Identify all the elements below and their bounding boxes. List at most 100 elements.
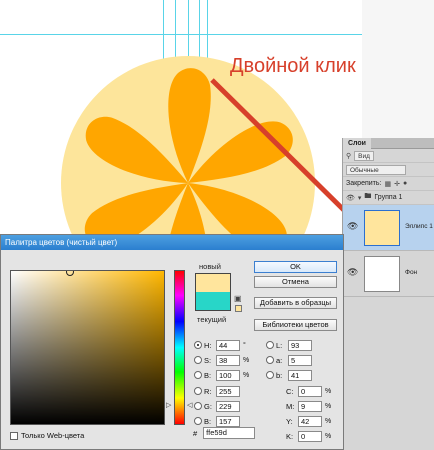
magenta-label: M: bbox=[286, 401, 295, 411]
blue-radio[interactable] bbox=[194, 417, 202, 425]
lab-l-row: L: 93 bbox=[266, 339, 312, 351]
lab-b-field[interactable]: 41 bbox=[288, 369, 312, 381]
yellow-unit: % bbox=[325, 417, 332, 425]
saturation-unit: % bbox=[243, 356, 250, 364]
layer-name: Фон bbox=[405, 269, 418, 276]
hue-label: H: bbox=[204, 340, 212, 350]
saturation-radio[interactable] bbox=[194, 356, 202, 364]
web-colors-only-checkbox[interactable] bbox=[10, 431, 18, 440]
yellow-field[interactable]: 42 bbox=[298, 415, 322, 427]
hue-radio[interactable] bbox=[194, 341, 202, 349]
red-label: R: bbox=[204, 386, 212, 396]
lab-a-row: a: 5 bbox=[266, 354, 312, 366]
cyan-field[interactable]: 0 bbox=[298, 385, 322, 397]
lab-b-radio[interactable] bbox=[266, 371, 274, 379]
ok-button[interactable]: OK bbox=[254, 261, 337, 273]
magenta-field[interactable]: 9 bbox=[298, 400, 322, 412]
black-row: K: 0 % bbox=[286, 430, 331, 442]
cancel-button[interactable]: Отмена bbox=[254, 276, 337, 288]
magenta-row: M: 9 % bbox=[286, 400, 331, 412]
web-safe-swatch[interactable] bbox=[235, 305, 242, 312]
lock-row: Закрепить: ▦ ✛ ● bbox=[343, 177, 434, 191]
lab-a-label: a: bbox=[276, 355, 283, 365]
hex-field[interactable]: ffe59d bbox=[203, 427, 256, 439]
cyan-unit: % bbox=[325, 387, 332, 395]
green-field[interactable]: 229 bbox=[216, 400, 240, 412]
group-name: Группа 1 bbox=[374, 194, 403, 201]
blend-mode-select[interactable]: Обычные bbox=[346, 164, 406, 175]
saturation-label: S: bbox=[204, 355, 212, 365]
lab-l-radio[interactable] bbox=[266, 341, 274, 349]
yellow-row: Y: 42 % bbox=[286, 415, 331, 427]
lab-b-row: b: 41 bbox=[266, 369, 312, 381]
brightness-row: B: 100 % bbox=[194, 369, 249, 381]
green-radio[interactable] bbox=[194, 402, 202, 410]
yellow-label: Y: bbox=[286, 416, 293, 426]
saturation-brightness-field[interactable] bbox=[10, 270, 165, 425]
new-color-swatch bbox=[195, 273, 231, 292]
lab-b-label: b: bbox=[276, 370, 283, 380]
lab-a-radio[interactable] bbox=[266, 356, 274, 364]
layer-ellipse[interactable]: 👁 Эллипс 1 bbox=[343, 205, 434, 251]
magenta-unit: % bbox=[325, 402, 332, 410]
green-row: G: 229 bbox=[194, 400, 240, 412]
web-colors-only-label: Только Web-цвета bbox=[21, 431, 85, 440]
eye-icon[interactable]: 👁 bbox=[347, 267, 358, 278]
blend-mode-row: Обычные bbox=[343, 163, 434, 177]
new-color-label: новый bbox=[199, 262, 221, 271]
chevron-down-icon[interactable]: ▾ bbox=[358, 194, 362, 202]
color-libraries-button[interactable]: Библиотеки цветов bbox=[254, 319, 337, 331]
current-color-swatch[interactable] bbox=[195, 292, 231, 311]
blue-label: B: bbox=[204, 416, 212, 426]
green-label: G: bbox=[204, 401, 212, 411]
eye-icon[interactable]: 👁 bbox=[347, 221, 358, 232]
lab-a-field[interactable]: 5 bbox=[288, 354, 312, 366]
hue-slider-arrow-left[interactable]: ▷ bbox=[166, 401, 171, 409]
saturation-field[interactable]: 38 bbox=[216, 354, 240, 366]
black-unit: % bbox=[325, 432, 332, 440]
layer-name: Эллипс 1 bbox=[405, 223, 433, 230]
lock-transparent-icon[interactable]: ▦ bbox=[384, 180, 391, 188]
lab-l-label: L: bbox=[276, 340, 283, 350]
hue-slider-arrow-right[interactable]: ◁ bbox=[187, 401, 192, 409]
hex-row: # ffe59d bbox=[193, 427, 256, 439]
brightness-label: B: bbox=[204, 370, 212, 380]
brightness-radio[interactable] bbox=[194, 371, 202, 379]
search-icon: ⚲ bbox=[346, 152, 352, 160]
web-colors-only-option[interactable]: Только Web-цвета bbox=[10, 431, 84, 440]
out-of-gamut-cube-icon[interactable]: ▣ bbox=[234, 294, 242, 303]
layer-group-row[interactable]: 👁 ▾ 🖿 Группа 1 bbox=[343, 191, 434, 205]
dialog-title[interactable]: Палитра цветов (чистый цвет) bbox=[1, 235, 343, 250]
current-color-label: текущий bbox=[197, 315, 227, 324]
layer-filter-select[interactable]: Вид bbox=[354, 150, 374, 161]
red-radio[interactable] bbox=[194, 387, 202, 395]
hue-row: H: 44 ° bbox=[194, 339, 246, 351]
cyan-label: C: bbox=[286, 386, 294, 396]
hue-unit: ° bbox=[243, 341, 246, 349]
photoshop-workspace: Двойной клик Слои ⚲ Вид Обычные Закрепит… bbox=[0, 0, 434, 450]
layers-panel: Слои ⚲ Вид Обычные Закрепить: ▦ ✛ ● 👁 ▾ … bbox=[342, 138, 434, 450]
layer-thumbnail[interactable] bbox=[364, 256, 400, 292]
red-row: R: 255 bbox=[194, 385, 240, 397]
hue-slider[interactable] bbox=[174, 270, 185, 425]
eye-icon[interactable]: 👁 bbox=[346, 194, 355, 202]
saturation-row: S: 38 % bbox=[194, 354, 249, 366]
brightness-unit: % bbox=[243, 371, 250, 379]
layer-thumbnail[interactable] bbox=[364, 210, 400, 246]
layers-tab-bar: Слои bbox=[343, 138, 434, 149]
lock-all-icon[interactable]: ● bbox=[403, 180, 407, 187]
add-to-swatches-button[interactable]: Добавить в образцы bbox=[254, 297, 337, 309]
layer-background[interactable]: 👁 Фон bbox=[343, 251, 434, 297]
lock-move-icon[interactable]: ✛ bbox=[394, 180, 400, 188]
blue-field[interactable]: 157 bbox=[216, 415, 240, 427]
blue-row: B: 157 bbox=[194, 415, 240, 427]
brightness-field[interactable]: 100 bbox=[216, 369, 240, 381]
color-picker-dialog: Палитра цветов (чистый цвет) ▷ ◁ новый т… bbox=[0, 234, 344, 450]
black-label: K: bbox=[286, 431, 294, 441]
hex-label: # bbox=[193, 428, 198, 438]
hue-field[interactable]: 44 bbox=[216, 339, 240, 351]
red-field[interactable]: 255 bbox=[216, 385, 240, 397]
black-field[interactable]: 0 bbox=[298, 430, 322, 442]
tab-layers[interactable]: Слои bbox=[343, 138, 371, 149]
lab-l-field[interactable]: 93 bbox=[288, 339, 312, 351]
